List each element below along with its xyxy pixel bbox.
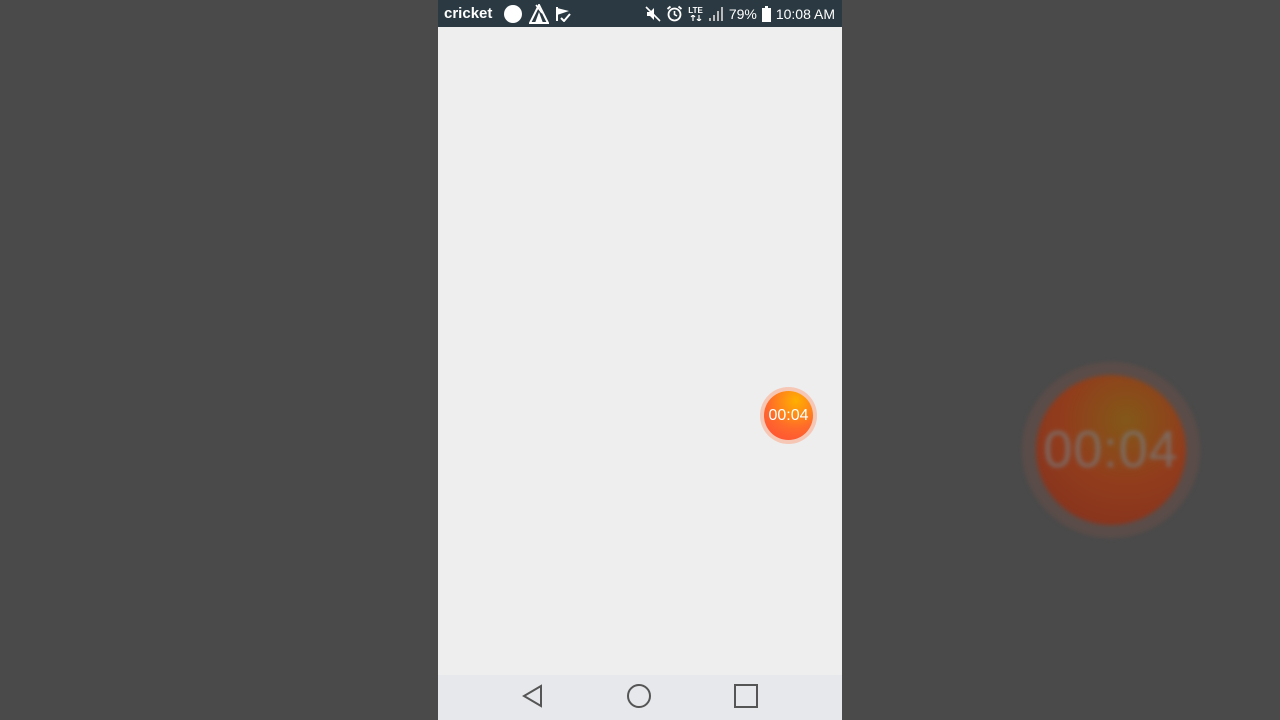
recording-timer-text: 00:04 <box>768 406 809 424</box>
background-timer-preview: 00:04 <box>1022 362 1200 538</box>
battery-icon <box>761 5 771 22</box>
battery-percent: 79% <box>728 5 757 22</box>
tent-icon <box>529 3 550 24</box>
recents-button[interactable] <box>731 683 761 714</box>
navigation-bar <box>438 675 842 720</box>
home-icon <box>626 683 652 714</box>
back-button[interactable] <box>518 683 548 714</box>
status-left: cricket <box>444 3 572 24</box>
recents-icon <box>733 683 759 714</box>
recording-timer-circle: 00:04 <box>764 391 813 440</box>
carrier-name: cricket <box>444 5 493 22</box>
mute-icon <box>645 5 661 22</box>
flag-check-icon <box>555 6 572 22</box>
status-right: LTE 79% 10:08 AM <box>645 5 835 22</box>
lte-icon: LTE <box>688 5 703 21</box>
clock: 10:08 AM <box>775 5 835 22</box>
signal-icon <box>708 6 724 22</box>
screen: 00:04 cricket LTE 79% 10:08 AM 00:04 <box>0 0 1280 720</box>
circle-icon <box>503 4 523 24</box>
recording-timer-bubble[interactable]: 00:04 <box>760 387 817 444</box>
home-button[interactable] <box>624 683 654 714</box>
app-content: 00:04 <box>438 27 842 675</box>
back-icon <box>520 683 546 714</box>
alarm-icon <box>666 5 683 22</box>
status-bar: cricket LTE 79% 10:08 AM <box>438 0 842 27</box>
background-timer-text: 00:04 <box>1043 421 1179 479</box>
lte-label: LTE <box>688 5 703 15</box>
phone-screen: cricket LTE 79% 10:08 AM 00:04 <box>438 0 842 720</box>
